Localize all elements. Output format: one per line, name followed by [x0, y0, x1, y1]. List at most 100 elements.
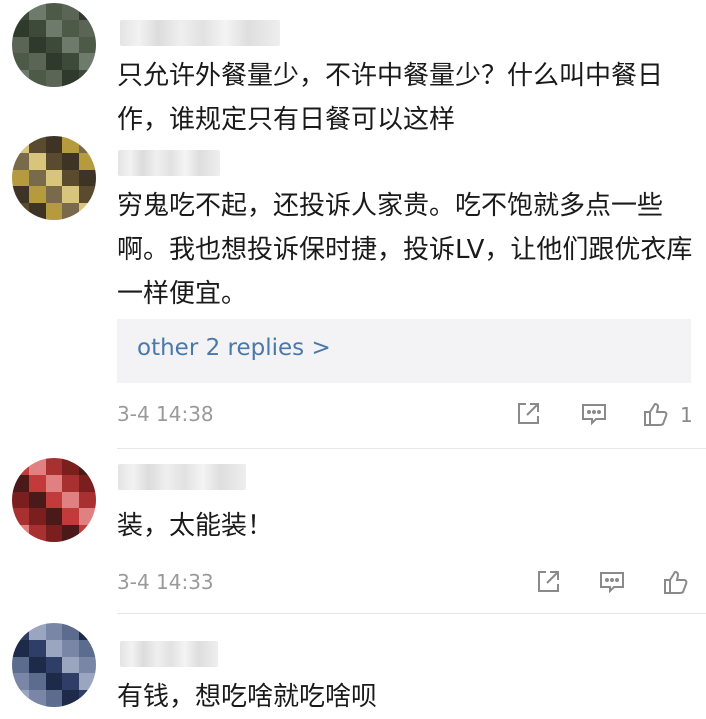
like-icon[interactable] — [642, 400, 670, 428]
avatar-pixel — [28, 491, 46, 509]
avatar-pixel — [12, 525, 29, 542]
avatar-pixel — [12, 491, 29, 509]
avatar-pixel — [28, 3, 46, 20]
avatar-pixel — [28, 508, 46, 526]
avatar-pixel — [79, 136, 96, 153]
avatar-pixel — [28, 36, 46, 54]
avatar[interactable] — [12, 458, 96, 542]
avatar-pixel — [28, 53, 46, 71]
avatar-pixel — [62, 53, 80, 71]
avatar-pixel — [12, 690, 29, 707]
avatar-pixel — [12, 458, 29, 475]
comment-text: 装，太能装！ — [117, 511, 274, 541]
avatar-pixel — [79, 203, 96, 220]
avatar-pixel — [28, 169, 46, 187]
avatar-pixel — [62, 458, 80, 475]
avatar-pixel — [62, 690, 80, 707]
share-icon[interactable] — [514, 400, 542, 428]
avatar-pixel — [28, 458, 46, 475]
comment-text: 穷鬼吃不起，还投诉人家贵。吃不饱就多点一些啊。我也想投诉保时捷，投诉LV，让他们… — [117, 191, 693, 309]
avatar-pixel — [45, 136, 63, 153]
avatar-pixel — [12, 53, 29, 71]
avatar-pixel — [28, 623, 46, 640]
avatar-pixel — [12, 623, 29, 640]
comment-text: 只允许外餐量少，不许中餐量少？什么叫中餐日作，谁规定只有日餐可以这样 — [117, 61, 664, 135]
avatar-pixel — [62, 508, 80, 526]
avatar-pixel — [79, 458, 96, 475]
avatar-pixel — [45, 152, 63, 170]
avatar-pixel — [79, 656, 96, 674]
comment-item: 装，太能装！ 3-4 14:33 — [0, 450, 706, 615]
avatar-pixel — [62, 491, 80, 509]
avatar-pixel — [28, 152, 46, 170]
avatar-pixel — [12, 673, 29, 691]
avatar-pixel — [79, 639, 96, 657]
comment-icon[interactable] — [580, 400, 608, 428]
avatar-pixel — [45, 623, 63, 640]
avatar-pixel — [79, 36, 96, 54]
avatar-pixel — [12, 656, 29, 674]
divider — [117, 448, 706, 449]
avatar-pixel — [28, 690, 46, 707]
avatar-pixel — [28, 19, 46, 37]
avatar[interactable] — [12, 3, 96, 87]
avatar-pixel — [79, 152, 96, 170]
avatar-pixel — [79, 508, 96, 526]
avatar-pixel — [45, 458, 63, 475]
avatar-pixel — [12, 19, 29, 37]
avatar-pixel — [12, 70, 29, 87]
avatar[interactable] — [12, 623, 96, 707]
avatar-pixel — [12, 152, 29, 170]
avatar-pixel — [28, 70, 46, 87]
avatar-pixel — [62, 36, 80, 54]
avatar-pixel — [12, 508, 29, 526]
username-blurred[interactable] — [120, 20, 280, 46]
avatar-pixel — [79, 673, 96, 691]
avatar-pixel — [45, 491, 63, 509]
avatar-pixel — [28, 639, 46, 657]
username-blurred[interactable] — [118, 150, 220, 176]
avatar-pixel — [28, 656, 46, 674]
avatar-pixel — [62, 525, 80, 542]
avatar-pixel — [79, 53, 96, 71]
avatar-pixel — [79, 169, 96, 187]
avatar-pixel — [45, 3, 63, 20]
avatar-pixel — [12, 36, 29, 54]
avatar-pixel — [28, 186, 46, 204]
avatar-pixel — [45, 70, 63, 87]
avatar-pixel — [62, 70, 80, 87]
username-blurred[interactable] — [120, 641, 218, 667]
avatar-pixel — [62, 3, 80, 20]
avatar-pixel — [62, 656, 80, 674]
avatar-pixel — [45, 203, 63, 220]
comment-icon[interactable] — [598, 568, 626, 596]
avatar-pixel — [45, 53, 63, 71]
like-count: 1 — [680, 403, 693, 427]
avatar-pixel — [79, 525, 96, 542]
avatar-pixel — [12, 3, 29, 20]
avatar-pixel — [62, 169, 80, 187]
comment-item: 只允许外餐量少，不许中餐量少？什么叫中餐日作，谁规定只有日餐可以这样 — [0, 0, 706, 135]
avatar-pixel — [79, 491, 96, 509]
share-icon[interactable] — [534, 568, 562, 596]
avatar-pixel — [45, 525, 63, 542]
avatar-pixel — [62, 639, 80, 657]
timestamp: 3-4 14:38 — [117, 402, 214, 426]
divider — [117, 613, 706, 614]
avatar-pixel — [45, 474, 63, 492]
username-blurred[interactable] — [118, 464, 246, 490]
avatar[interactable] — [12, 136, 96, 220]
avatar-pixel — [12, 639, 29, 657]
avatar-pixel — [79, 19, 96, 37]
avatar-pixel — [62, 186, 80, 204]
avatar-pixel — [12, 474, 29, 492]
avatar-pixel — [79, 186, 96, 204]
more-replies-link[interactable]: other 2 replies > — [137, 335, 331, 361]
avatar-pixel — [45, 36, 63, 54]
avatar-pixel — [28, 474, 46, 492]
comment-item: 有钱，想吃啥就吃啥呗 — [0, 615, 706, 712]
avatar-pixel — [12, 169, 29, 187]
like-icon[interactable] — [662, 568, 690, 596]
avatar-pixel — [62, 673, 80, 691]
avatar-pixel — [28, 525, 46, 542]
